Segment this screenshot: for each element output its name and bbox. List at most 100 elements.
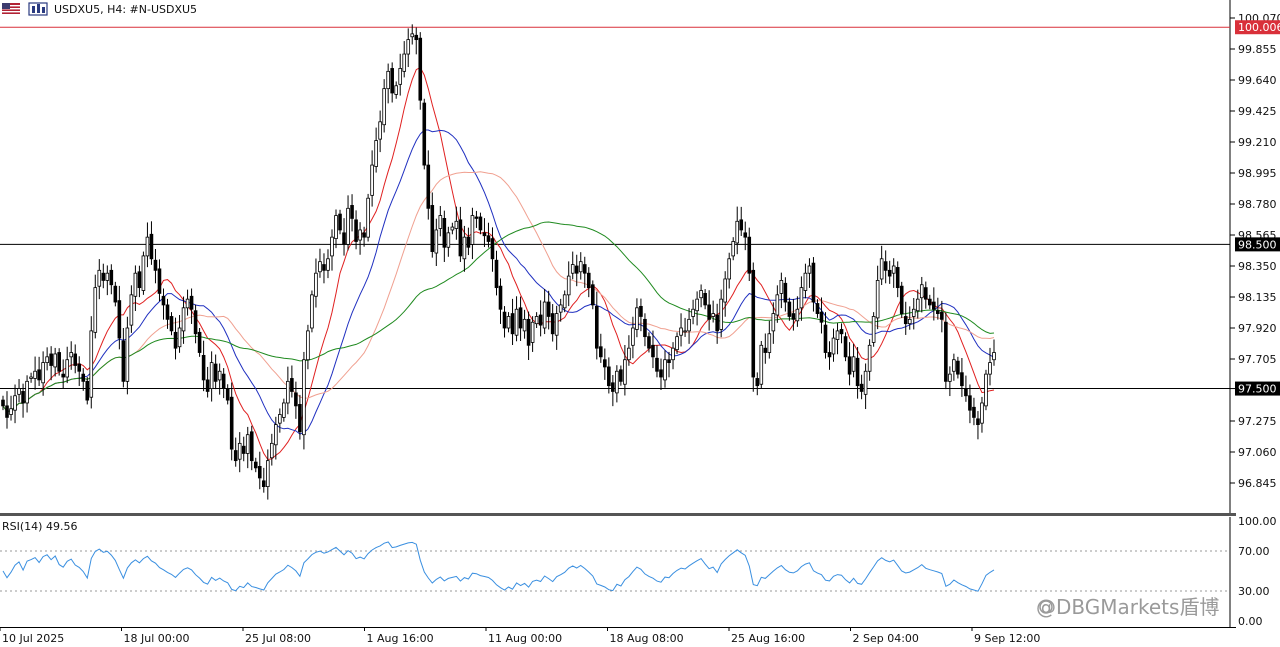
candle (976, 411, 980, 440)
candle (386, 63, 390, 104)
ma-slow-line (2, 171, 995, 413)
price-tick-label: 99.640 (1238, 74, 1277, 87)
candle (5, 391, 9, 429)
rsi-tick-label: 70.00 (1238, 545, 1270, 558)
candle (498, 278, 503, 324)
candle (522, 309, 527, 339)
candle (346, 195, 350, 251)
price-tick-label: 97.920 (1238, 322, 1277, 335)
candle (121, 328, 126, 388)
candle (570, 251, 575, 280)
candle (57, 348, 61, 376)
price-tick-label: 97.275 (1238, 415, 1277, 428)
price-tick-label: 99.855 (1238, 43, 1277, 56)
candle (29, 372, 33, 383)
candle (940, 300, 944, 333)
candle (558, 298, 563, 322)
candle (747, 227, 752, 281)
candle (422, 98, 427, 170)
candle (354, 210, 358, 250)
candle (875, 265, 880, 330)
candle (663, 350, 667, 388)
candle (402, 41, 407, 78)
candle (49, 346, 53, 381)
candle (169, 312, 174, 336)
candle (358, 222, 362, 255)
candle (53, 347, 57, 377)
candle (486, 222, 491, 248)
candle (839, 323, 844, 344)
candle (173, 317, 178, 360)
candle (318, 248, 322, 278)
candle (586, 267, 591, 298)
candle (330, 229, 334, 271)
candle (157, 259, 162, 302)
candle (225, 384, 230, 405)
candle (438, 206, 443, 237)
candle (149, 221, 154, 265)
candle (964, 375, 968, 402)
candle (270, 433, 274, 466)
flag-icon[interactable] (2, 3, 20, 14)
candle (867, 339, 872, 381)
candle (795, 296, 800, 327)
candle (538, 300, 543, 337)
candle (81, 368, 86, 391)
candle (743, 221, 748, 251)
chart-type-icon[interactable] (28, 2, 48, 16)
time-axis: 10 Jul 2025 18 Jul 00:00 25 Jul 08:00 1 Aug… (0, 627, 1040, 645)
candle (751, 262, 756, 392)
price-tick-label: 96.845 (1238, 477, 1277, 490)
candle (185, 289, 190, 316)
rsi-tick-label: 0.00 (1238, 615, 1263, 628)
candle (831, 328, 836, 362)
candle (197, 328, 202, 357)
candle (294, 381, 298, 419)
candle (518, 296, 523, 341)
candle (972, 397, 976, 426)
candle (382, 79, 386, 133)
candle (952, 353, 956, 381)
candle (639, 298, 643, 332)
candle (25, 375, 29, 413)
candle (687, 308, 691, 344)
candle (635, 298, 639, 338)
candle (510, 298, 515, 346)
candle (398, 53, 403, 96)
candle (815, 299, 820, 318)
chart-title: USDXU5, H4: #N-USDXU5 (54, 3, 197, 16)
candle (807, 258, 812, 288)
candle (835, 323, 840, 355)
candle (129, 285, 134, 333)
rsi-tick-label: 100.00 (1238, 515, 1277, 528)
candle (783, 277, 788, 312)
candle (342, 218, 346, 256)
candle (823, 312, 828, 359)
candle (181, 296, 186, 344)
candle (370, 150, 374, 207)
candle (302, 351, 306, 450)
candle (759, 340, 764, 389)
candle (394, 81, 398, 99)
candle (61, 359, 65, 389)
candle (827, 341, 832, 370)
candle (101, 263, 106, 289)
candle (723, 271, 727, 317)
price-label-text: 98.500 (1238, 238, 1277, 251)
candle (253, 457, 258, 473)
candle (137, 265, 142, 298)
watermark: @DBGMarkets盾博 (1036, 595, 1219, 619)
candle (213, 354, 218, 390)
time-tick-label: 25 Jul 08:00 (245, 632, 311, 645)
candle (526, 311, 531, 361)
candle (799, 276, 804, 321)
candle (871, 312, 876, 347)
candle (699, 284, 703, 308)
candle (948, 366, 952, 397)
candle (245, 426, 250, 469)
candle (13, 384, 17, 424)
candle (607, 357, 611, 394)
candle (980, 396, 984, 433)
candle (739, 206, 744, 237)
candle (434, 218, 439, 266)
